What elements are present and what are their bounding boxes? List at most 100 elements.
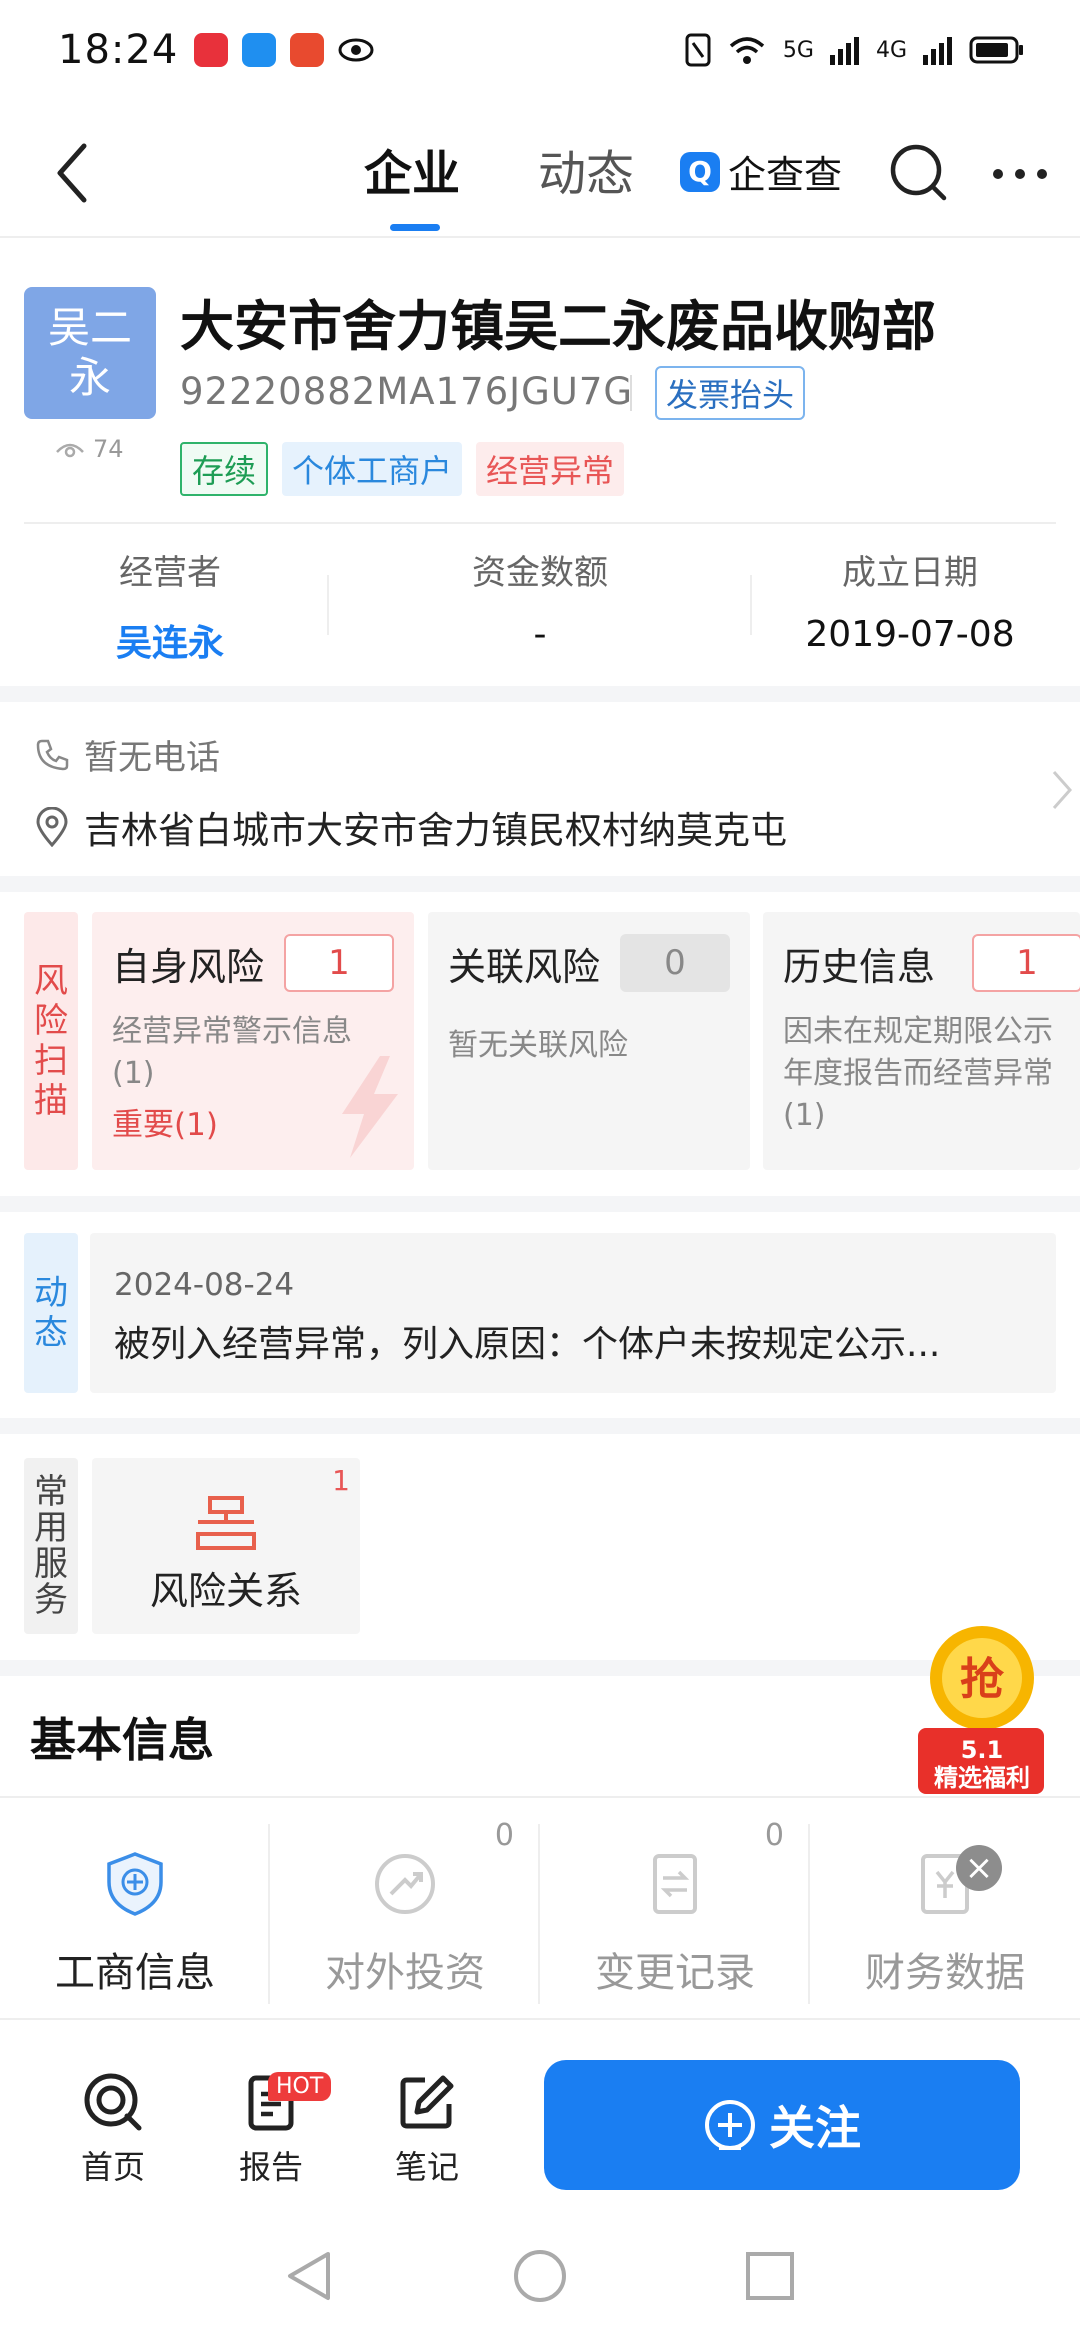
basic-info-grid: 工商信息 0 对外投资 0 变更记录 财务数据	[0, 1818, 1080, 2018]
related-risk-card[interactable]: 关联风险 0 暂无关联风险	[428, 912, 750, 1170]
system-back-icon[interactable]	[288, 2252, 330, 2300]
tab-company[interactable]: 企业	[364, 134, 460, 204]
history-info-card[interactable]: 历史信息 1 因未在规定期限公示年度报告而经营异常(1)	[763, 912, 1080, 1170]
services-char: 务	[34, 1580, 68, 1620]
financial-data-item[interactable]: 财务数据	[810, 1818, 1080, 2018]
nav-label: 报告	[238, 2148, 303, 2186]
close-icon[interactable]: ×	[956, 1845, 1002, 1891]
investment-icon	[375, 1854, 435, 1914]
investment-item[interactable]: 0 对外投资	[270, 1818, 540, 2018]
info-label: 对外投资	[325, 1950, 485, 1996]
dynamics-char: 动	[34, 1273, 68, 1313]
risk-count-badge: 0	[620, 934, 730, 992]
system-navigation-bar	[288, 2250, 794, 2302]
stat-label: 资金数额	[472, 553, 608, 593]
eye-icon	[338, 38, 374, 62]
company-logo-line2: 永	[68, 353, 111, 402]
info-count: 0	[494, 1818, 514, 1853]
phone-text: 暂无电话	[84, 738, 220, 778]
common-services-label: 常 用 服 务	[24, 1458, 78, 1634]
chevron-right-icon[interactable]	[1050, 768, 1074, 812]
service-label: 风险关系	[149, 1569, 302, 1613]
credit-code[interactable]: 92220882MA176JGU7G	[180, 370, 633, 413]
stat-value: -	[533, 614, 547, 655]
status-time: 18:24	[58, 27, 179, 73]
home-logo-icon	[84, 2073, 142, 2131]
wifi-icon	[729, 37, 765, 64]
company-tags: 存续 个体工商户 经营异常	[180, 442, 625, 496]
nav-label: 首页	[80, 2148, 145, 2186]
dynamics-char: 态	[34, 1313, 68, 1353]
location-pin-icon	[36, 807, 68, 847]
divider	[24, 522, 1056, 524]
invoice-title-button[interactable]: 发票抬头	[655, 366, 805, 420]
stat-operator[interactable]: 经营者 吴连永	[0, 545, 340, 666]
phone-icon	[36, 739, 69, 770]
info-count: 0	[764, 1818, 784, 1853]
more-options-icon[interactable]	[990, 154, 1050, 194]
code-separator	[630, 375, 632, 411]
dynamics-date: 2024-08-24	[114, 1267, 295, 1303]
nfc-icon	[685, 33, 711, 67]
weather-app-icon	[242, 33, 277, 67]
dynamics-text: 被列入经营异常，列入原因：个体户未按规定公示...	[114, 1324, 941, 1365]
basic-info-title: 基本信息	[30, 1713, 214, 1767]
status-tag-active: 存续	[180, 442, 269, 496]
network-4g-label: 4G	[875, 37, 907, 63]
type-tag[interactable]: 个体工商户	[282, 442, 463, 496]
divider	[0, 1796, 1080, 1798]
system-home-icon[interactable]	[514, 2250, 566, 2302]
info-label: 工商信息	[55, 1950, 215, 1996]
risk-relation-icon	[196, 1496, 256, 1550]
view-count-value: 74	[93, 435, 124, 463]
status-indicators: 5G 4G	[685, 33, 1025, 67]
search-icon[interactable]	[888, 142, 950, 204]
nav-label: 笔记	[394, 2148, 459, 2186]
risk-relation-service[interactable]: 1 风险关系	[92, 1458, 360, 1634]
phone-row[interactable]: 暂无电话	[34, 730, 220, 779]
promo-line2: 精选福利	[934, 1764, 1030, 1792]
address-row[interactable]: 吉林省白城市大安市舍力镇民权村纳莫克屯	[34, 800, 787, 854]
risk-scan-char: 描	[34, 1081, 68, 1121]
signal-icon-2	[923, 37, 952, 65]
key-stats: 经营者 吴连永 资金数额 - 成立日期 2019-07-08	[0, 545, 1080, 675]
risk-scan-label: 风 险 扫 描	[24, 912, 78, 1170]
change-record-item[interactable]: 0 变更记录	[540, 1818, 810, 2018]
notification-app-icon	[194, 33, 229, 67]
business-info-item[interactable]: 工商信息	[0, 1818, 270, 2018]
section-gap	[0, 686, 1080, 702]
hot-badge: HOT	[268, 2072, 332, 2101]
promo-line1: 5.1	[961, 1736, 1004, 1764]
promo-top-text: 抢	[960, 1654, 1005, 1705]
risk-count-badge: 1	[284, 934, 394, 992]
address-text: 吉林省白城市大安市舍力镇民权村纳莫克屯	[84, 809, 787, 852]
info-label: 财务数据	[865, 1950, 1025, 1996]
stat-label: 经营者	[119, 553, 221, 593]
dynamics-card[interactable]: 2024-08-24 被列入经营异常，列入原因：个体户未按规定公示...	[90, 1233, 1056, 1393]
system-recents-icon[interactable]	[746, 2252, 794, 2300]
own-risk-card[interactable]: 自身风险 1 经营异常警示信息(1) 重要(1)	[92, 912, 414, 1170]
operator-name-link[interactable]: 吴连永	[0, 614, 340, 666]
back-icon[interactable]	[48, 138, 108, 208]
service-badge: 1	[332, 1464, 350, 1497]
promo-welfare-badge[interactable]: 抢 5.1 精选福利	[900, 1620, 1060, 1800]
nav-home[interactable]: 首页	[58, 2070, 168, 2188]
abnormal-tag[interactable]: 经营异常	[476, 442, 625, 496]
stat-divider	[327, 575, 329, 635]
network-5g-label: 5G	[782, 37, 814, 63]
brand-logo: Q 企查查	[680, 144, 842, 199]
follow-button[interactable]: 关注	[544, 2060, 1020, 2190]
stat-value: 2019-07-08	[805, 614, 1015, 655]
services-char: 服	[34, 1544, 68, 1584]
game-app-icon	[290, 33, 325, 67]
company-name: 大安市舍力镇吴二永废品收购部	[180, 295, 936, 358]
risk-card-desc: 因未在规定期限公示年度报告而经营异常(1)	[783, 1014, 1053, 1133]
nav-notes[interactable]: 笔记	[372, 2070, 482, 2188]
risk-scan-char: 扫	[34, 1041, 68, 1081]
risk-scan-char: 险	[34, 1001, 68, 1041]
view-count: 74	[55, 435, 124, 463]
tab-dynamic[interactable]: 动态	[538, 134, 634, 204]
stat-founded: 成立日期 2019-07-08	[740, 545, 1080, 655]
services-char: 常	[34, 1472, 68, 1512]
stat-label: 成立日期	[842, 553, 978, 593]
